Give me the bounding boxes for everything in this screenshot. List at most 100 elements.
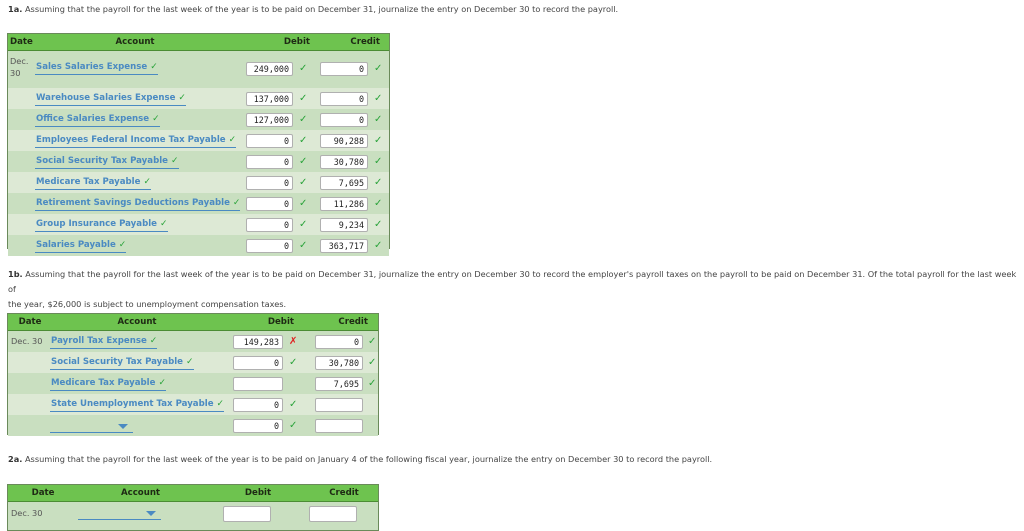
check-icon: ✓ — [299, 63, 308, 74]
header-credit: Credit — [338, 317, 368, 327]
table-header: Date Account Debit Credit — [8, 485, 378, 502]
check-icon: ✓ — [186, 357, 194, 367]
table-row: Retirement Savings Deductions Payable ✓ 0 ✓… — [8, 193, 389, 214]
table-row: Group Insurance Payable ✓ 0 ✓ 9,234 ✓ — [8, 214, 389, 235]
chevron-down-icon — [146, 511, 156, 516]
account-name: Social Security Tax Payable — [51, 357, 184, 367]
debit-input[interactable]: 0 — [233, 419, 283, 433]
credit-input[interactable]: 11,286 — [320, 197, 368, 211]
account-select[interactable]: Warehouse Salaries Expense ✓ — [35, 92, 186, 106]
debit-input[interactable]: 0 — [233, 398, 283, 412]
table-row: Employees Federal Income Tax Payable ✓ 0 ✓ 9… — [8, 130, 389, 151]
check-icon: ✓ — [299, 219, 308, 230]
header-credit: Credit — [329, 488, 359, 498]
entry-date: Dec. 30 — [11, 508, 43, 518]
table-row: Dec. 30 Payroll Tax Expense ✓ 149,283 ✗ 0 ✓ — [8, 331, 378, 352]
check-icon: ✓ — [143, 177, 151, 187]
table-row: Medicare Tax Payable ✓ 0 ✓ 7,695 ✓ — [8, 172, 389, 193]
credit-input[interactable]: 30,780 — [315, 356, 363, 370]
account-name: Office Salaries Expense — [36, 114, 150, 124]
table-row: Dec. 30 — [8, 502, 378, 530]
check-icon: ✓ — [289, 399, 298, 410]
question-1b-number: 1b. — [8, 269, 23, 279]
account-name: Sales Salaries Expense — [36, 62, 148, 72]
header-date: Date — [10, 37, 33, 47]
account-name: Group Insurance Payable — [36, 219, 158, 229]
table-row: Office Salaries Expense ✓ 127,000 ✓ 0 ✓ — [8, 109, 389, 130]
account-select[interactable]: Medicare Tax Payable ✓ — [50, 377, 166, 391]
journal-table-2a: Date Account Debit Credit Dec. 30 — [7, 484, 379, 531]
debit-input[interactable]: 0 — [246, 176, 293, 190]
debit-input[interactable]: 149,283 — [233, 335, 283, 349]
question-1b-text-cont: the year, $26,000 is subject to unemploy… — [8, 299, 287, 309]
account-select[interactable]: Social Security Tax Payable ✓ — [35, 155, 179, 169]
table-row: Social Security Tax Payable ✓ 0 ✓ 30,780 ✓ — [8, 151, 389, 172]
credit-input[interactable]: 30,780 — [320, 155, 368, 169]
account-select[interactable]: Employees Federal Income Tax Payable ✓ — [35, 134, 237, 148]
check-icon: ✓ — [299, 177, 308, 188]
credit-input[interactable]: 9,234 — [320, 218, 368, 232]
debit-input[interactable] — [233, 377, 283, 391]
check-icon: ✓ — [160, 219, 168, 229]
debit-input[interactable]: 0 — [246, 218, 293, 232]
journal-table-1b: Date Account Debit Credit Dec. 30 Payroll… — [7, 313, 379, 436]
credit-input[interactable]: 90,288 — [320, 134, 368, 148]
account-select[interactable]: Retirement Savings Deductions Payable ✓ — [35, 197, 241, 211]
header-account: Account — [115, 37, 155, 47]
debit-input[interactable]: 249,000 — [246, 62, 293, 76]
check-icon: ✓ — [368, 357, 377, 368]
debit-input[interactable]: 137,000 — [246, 92, 293, 106]
credit-input[interactable] — [315, 419, 363, 433]
account-select[interactable]: State Unemployment Tax Payable ✓ — [50, 398, 225, 412]
credit-input[interactable] — [315, 398, 363, 412]
question-1a-number: 1a. — [8, 4, 23, 14]
check-icon: ✓ — [374, 63, 383, 74]
header-debit: Debit — [267, 317, 294, 327]
table-row: Warehouse Salaries Expense ✓ 137,000 ✓ 0 ✓ — [8, 88, 389, 109]
credit-input[interactable]: 7,695 — [315, 377, 363, 391]
account-name: Salaries Payable — [36, 240, 116, 250]
question-2a-number: 2a. — [8, 454, 23, 464]
account-dropdown[interactable] — [50, 419, 133, 433]
account-select[interactable]: Payroll Tax Expense ✓ — [50, 335, 158, 349]
account-select[interactable]: Office Salaries Expense ✓ — [35, 113, 160, 127]
table-header: Date Account Debit Credit — [8, 34, 389, 51]
debit-input[interactable]: 0 — [246, 239, 293, 253]
check-icon: ✓ — [374, 135, 383, 146]
debit-input[interactable]: 127,000 — [246, 113, 293, 127]
question-1b-text: Assuming that the payroll for the last w… — [8, 269, 1017, 294]
credit-input[interactable]: 0 — [320, 62, 368, 76]
table-row: Dec. 30 Sales Salaries Expense ✓ 249,000 ✓ 0 ✓ — [8, 51, 389, 88]
check-icon: ✓ — [374, 198, 383, 209]
debit-input[interactable] — [223, 506, 271, 522]
account-dropdown[interactable] — [78, 506, 161, 520]
check-icon: ✓ — [152, 114, 160, 124]
credit-input[interactable]: 0 — [315, 335, 363, 349]
account-select[interactable]: Social Security Tax Payable ✓ — [50, 356, 194, 370]
account-select[interactable]: Sales Salaries Expense ✓ — [35, 61, 158, 75]
debit-input[interactable]: 0 — [246, 155, 293, 169]
account-select[interactable]: Salaries Payable ✓ — [35, 239, 127, 253]
table-row: Social Security Tax Payable ✓ 0 ✓ 30,780 ✓ — [8, 352, 378, 373]
check-icon: ✓ — [299, 93, 308, 104]
entry-date: Dec. 30 — [10, 55, 28, 79]
check-icon: ✓ — [374, 156, 383, 167]
check-icon: ✓ — [118, 240, 127, 250]
credit-input[interactable]: 7,695 — [320, 176, 368, 190]
credit-input[interactable]: 0 — [320, 113, 368, 127]
chevron-down-icon — [118, 424, 128, 429]
debit-input[interactable]: 0 — [246, 134, 293, 148]
check-icon: ✓ — [368, 378, 377, 389]
check-icon: ✓ — [374, 240, 383, 251]
check-icon: ✓ — [299, 240, 308, 251]
account-name: Social Security Tax Payable — [36, 156, 169, 166]
header-date: Date — [31, 488, 55, 498]
credit-input[interactable]: 0 — [320, 92, 368, 106]
debit-input[interactable]: 0 — [246, 197, 293, 211]
table-header: Date Account Debit Credit — [8, 314, 378, 331]
account-select[interactable]: Medicare Tax Payable ✓ — [35, 176, 151, 190]
account-select[interactable]: Group Insurance Payable ✓ — [35, 218, 168, 232]
credit-input[interactable]: 363,717 — [320, 239, 368, 253]
debit-input[interactable]: 0 — [233, 356, 283, 370]
credit-input[interactable] — [309, 506, 357, 522]
